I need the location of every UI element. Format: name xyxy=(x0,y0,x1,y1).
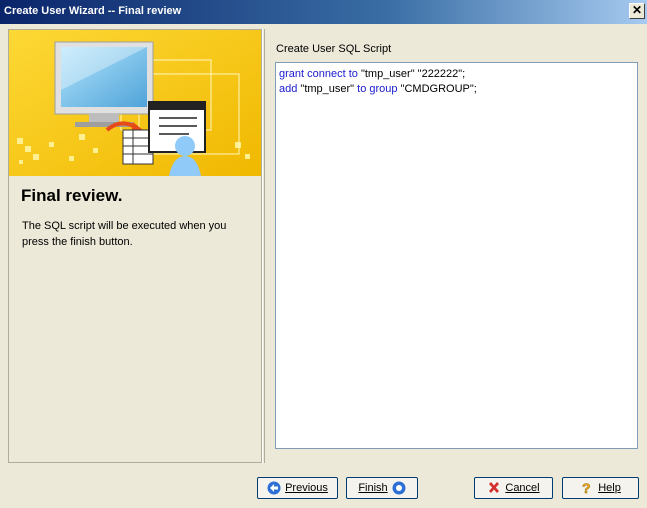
finish-button[interactable]: Finish xyxy=(346,477,418,499)
window-title: Create User Wizard -- Final review xyxy=(4,5,182,17)
sql-keyword: to group xyxy=(357,83,398,95)
wizard-window: Create User Wizard -- Final review ✕ Fin… xyxy=(0,0,647,508)
help-label: Help xyxy=(598,482,621,494)
title-bar[interactable]: Create User Wizard -- Final review ✕ xyxy=(0,0,647,24)
left-arrow-icon xyxy=(267,481,281,495)
close-button[interactable]: ✕ xyxy=(629,3,645,19)
cancel-button[interactable]: Cancel xyxy=(474,477,553,499)
sql-text: "tmp_user" xyxy=(297,83,358,95)
right-panel: Create User SQL Script grant connect to … xyxy=(266,29,647,463)
close-icon: ✕ xyxy=(631,3,643,17)
sql-text: "tmp_user" "222222"; xyxy=(357,68,466,80)
script-line: add "tmp_user" to group "CMDGROUP"; xyxy=(279,82,634,97)
previous-label: Previous xyxy=(285,482,328,494)
help-button[interactable]: ? Help xyxy=(562,477,639,499)
question-icon: ? xyxy=(582,481,591,495)
wizard-banner-image xyxy=(9,30,261,176)
red-x-icon xyxy=(489,482,500,493)
panel-divider xyxy=(262,29,265,463)
sql-script-textarea[interactable]: grant connect to "tmp_user" "222222"; add… xyxy=(275,62,638,449)
script-label: Create User SQL Script xyxy=(276,43,392,55)
sql-text: "CMDGROUP"; xyxy=(397,83,477,95)
finish-label: Finish xyxy=(358,482,388,494)
computer-user-illustration-icon xyxy=(9,30,261,176)
cancel-label: Cancel xyxy=(505,482,540,494)
sql-keyword: add xyxy=(279,83,298,95)
page-heading: Final review. xyxy=(21,186,123,205)
finish-icon xyxy=(392,481,406,495)
svg-text:?: ? xyxy=(582,481,591,495)
page-description: The SQL script will be executed when you… xyxy=(22,220,227,248)
script-line: grant connect to "tmp_user" "222222"; xyxy=(279,67,634,82)
left-panel: Final review. The SQL script will be exe… xyxy=(8,29,262,463)
sql-keyword: grant connect to xyxy=(279,68,358,80)
previous-button[interactable]: Previous xyxy=(257,477,338,499)
